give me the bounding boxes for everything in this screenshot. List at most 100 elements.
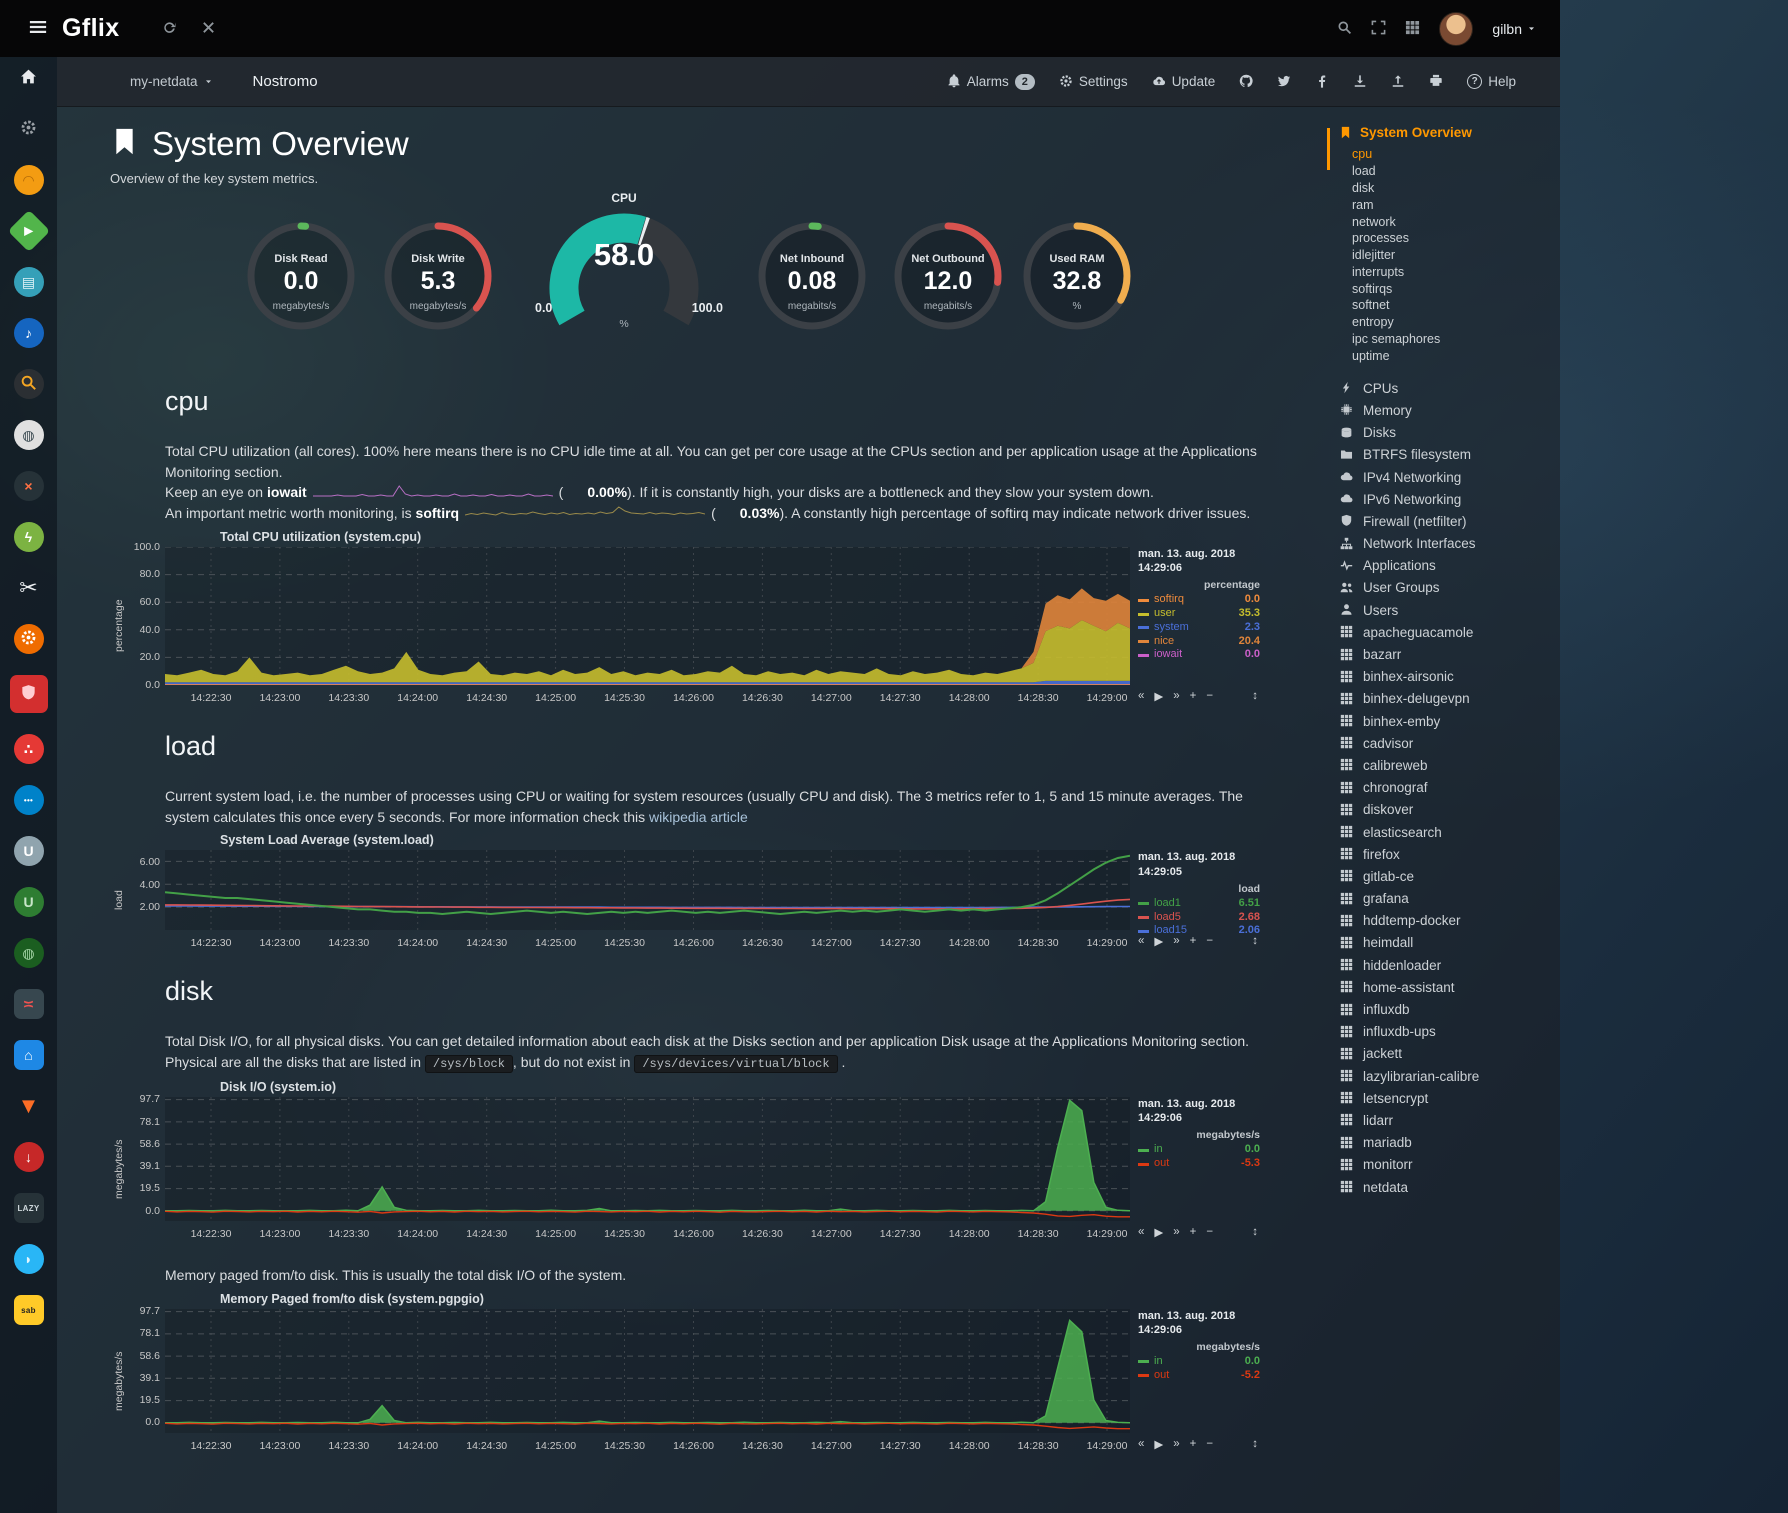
menu-section-cpus[interactable]: CPUs bbox=[1339, 377, 1557, 399]
monitorr-icon[interactable] bbox=[0, 624, 57, 654]
menu-section-users[interactable]: Users bbox=[1339, 599, 1557, 621]
github-button[interactable] bbox=[1239, 74, 1253, 90]
chart-pan-left-button[interactable]: « bbox=[1138, 690, 1144, 702]
menu-app-lidarr[interactable]: lidarr bbox=[1339, 1109, 1557, 1131]
legend-item-load5[interactable]: load52.68 bbox=[1138, 911, 1260, 925]
user-menu[interactable]: gilbn bbox=[1492, 21, 1536, 37]
chart-pan-left-button[interactable]: « bbox=[1138, 1226, 1144, 1238]
menu-app-influxdb[interactable]: influxdb bbox=[1339, 998, 1557, 1020]
menu-app-cadvisor[interactable]: cadvisor bbox=[1339, 732, 1557, 754]
chart-zoom-out-button[interactable]: − bbox=[1206, 935, 1213, 947]
menu-app-elasticsearch[interactable]: elasticsearch bbox=[1339, 821, 1557, 843]
menu-sub-cpu[interactable]: cpu bbox=[1339, 146, 1557, 163]
nextcloud-icon[interactable]: ••• bbox=[0, 785, 57, 815]
fullscreen-icon[interactable] bbox=[1371, 20, 1386, 37]
menu-app-diskover[interactable]: diskover bbox=[1339, 799, 1557, 821]
app-shortcut-icon[interactable]: ◍ bbox=[0, 938, 57, 968]
wikipedia-link[interactable]: wikipedia article bbox=[649, 809, 748, 825]
menu-sub-entropy[interactable]: entropy bbox=[1339, 314, 1557, 331]
download-button[interactable] bbox=[1353, 74, 1367, 90]
app-shortcut-icon[interactable]: U bbox=[0, 836, 57, 866]
menu-app-firefox[interactable]: firefox bbox=[1339, 843, 1557, 865]
chart-resize-handle[interactable]: ↕ bbox=[1252, 935, 1258, 947]
chart-zoom-out-button[interactable]: − bbox=[1206, 1226, 1213, 1238]
menu-sub-network[interactable]: network bbox=[1339, 213, 1557, 230]
chart-zoom-in-button[interactable]: + bbox=[1190, 1438, 1197, 1450]
chart-resize-handle[interactable]: ↕ bbox=[1252, 1226, 1258, 1238]
menu-app-netdata[interactable]: netdata bbox=[1339, 1176, 1557, 1198]
app-shortcut-icon[interactable]: ▤ bbox=[0, 267, 57, 297]
alarms-button[interactable]: Alarms 2 bbox=[947, 74, 1035, 90]
emby-icon[interactable]: ▶ bbox=[0, 216, 57, 246]
menu-section-ipv4-networking[interactable]: IPv4 Networking bbox=[1339, 466, 1557, 488]
chart-play-button[interactable]: ▶ bbox=[1154, 1225, 1163, 1239]
menu-sub-softnet[interactable]: softnet bbox=[1339, 297, 1557, 314]
chart-pan-right-button[interactable]: » bbox=[1173, 1438, 1179, 1450]
chart-pan-left-button[interactable]: « bbox=[1138, 1438, 1144, 1450]
chart-pan-right-button[interactable]: » bbox=[1173, 690, 1179, 702]
chart-plot-area[interactable]: 14:22:3014:23:0014:23:3014:24:0014:24:30… bbox=[165, 850, 1130, 950]
menu-app-hiddenloader[interactable]: hiddenloader bbox=[1339, 954, 1557, 976]
menu-app-monitorr[interactable]: monitorr bbox=[1339, 1154, 1557, 1176]
iowait-sparkline[interactable] bbox=[313, 482, 553, 503]
app-shortcut-icon[interactable]: ϟ bbox=[0, 522, 57, 552]
menu-app-hddtemp-docker[interactable]: hddtemp-docker bbox=[1339, 910, 1557, 932]
chart-play-button[interactable]: ▶ bbox=[1154, 934, 1163, 948]
menu-sub-ram[interactable]: ram bbox=[1339, 196, 1557, 213]
update-button[interactable]: Update bbox=[1152, 74, 1216, 90]
menu-app-binhex-airsonic[interactable]: binhex-airsonic bbox=[1339, 666, 1557, 688]
sabnzbd-icon[interactable]: sab bbox=[0, 1295, 57, 1325]
app-shortcut-icon[interactable]: × bbox=[0, 471, 57, 501]
menu-app-jackett[interactable]: jackett bbox=[1339, 1043, 1557, 1065]
chart-zoom-in-button[interactable]: + bbox=[1190, 690, 1197, 702]
menu-app-letsencrypt[interactable]: letsencrypt bbox=[1339, 1087, 1557, 1109]
chart-pan-right-button[interactable]: » bbox=[1173, 1226, 1179, 1238]
deluge-icon[interactable]: ◗ bbox=[0, 1244, 57, 1274]
chart-pan-left-button[interactable]: « bbox=[1138, 935, 1144, 947]
legend-item-in[interactable]: in0.0 bbox=[1138, 1355, 1260, 1369]
apps-grid-icon[interactable] bbox=[1405, 20, 1420, 37]
legend-item-iowait[interactable]: iowait0.0 bbox=[1138, 648, 1260, 662]
menu-app-lazylibrarian-calibre[interactable]: lazylibrarian-calibre bbox=[1339, 1065, 1557, 1087]
print-button[interactable] bbox=[1429, 74, 1443, 90]
menu-app-gitlab-ce[interactable]: gitlab-ce bbox=[1339, 865, 1557, 887]
airsonic-icon[interactable]: ♪ bbox=[0, 318, 57, 348]
menu-app-mariadb[interactable]: mariadb bbox=[1339, 1132, 1557, 1154]
app-shortcut-icon[interactable]: ≍ bbox=[0, 989, 57, 1019]
settings-icon[interactable] bbox=[0, 114, 57, 144]
menu-app-grafana[interactable]: grafana bbox=[1339, 887, 1557, 909]
menu-sub-interrupts[interactable]: interrupts bbox=[1339, 263, 1557, 280]
chart-play-button[interactable]: ▶ bbox=[1154, 689, 1163, 703]
close-icon[interactable] bbox=[201, 20, 216, 37]
menu-app-apacheguacamole[interactable]: apacheguacamole bbox=[1339, 621, 1557, 643]
server-dropdown[interactable]: my-netdata bbox=[130, 74, 213, 89]
app-shortcut-icon[interactable]: ∴ bbox=[0, 734, 57, 764]
legend-item-out[interactable]: out-5.3 bbox=[1138, 1157, 1260, 1171]
gitlab-icon[interactable]: ▼ bbox=[0, 1091, 57, 1121]
facebook-button[interactable] bbox=[1315, 74, 1329, 90]
menu-section-ipv6-networking[interactable]: IPv6 Networking bbox=[1339, 488, 1557, 510]
chart-zoom-out-button[interactable]: − bbox=[1206, 1438, 1213, 1450]
lazylibrarian-icon[interactable]: LAZY bbox=[0, 1193, 57, 1223]
twitter-button[interactable] bbox=[1277, 74, 1291, 90]
hamburger-menu-icon[interactable] bbox=[28, 17, 48, 41]
gauge-disk-read[interactable]: Disk Read0.0megabytes/s bbox=[236, 218, 366, 350]
menu-sub-disk[interactable]: disk bbox=[1339, 180, 1557, 197]
app-shortcut-icon[interactable]: ◠ bbox=[0, 165, 57, 195]
menu-section-applications[interactable]: Applications bbox=[1339, 555, 1557, 577]
upload-button[interactable] bbox=[1391, 74, 1405, 90]
help-button[interactable]: ? Help bbox=[1467, 74, 1516, 89]
legend-item-nice[interactable]: nice20.4 bbox=[1138, 635, 1260, 649]
menu-section-user-groups[interactable]: User Groups bbox=[1339, 577, 1557, 599]
menu-app-home-assistant[interactable]: home-assistant bbox=[1339, 976, 1557, 998]
menu-sub-processes[interactable]: processes bbox=[1339, 230, 1557, 247]
menu-app-binhex-emby[interactable]: binhex-emby bbox=[1339, 710, 1557, 732]
menu-app-influxdb-ups[interactable]: influxdb-ups bbox=[1339, 1021, 1557, 1043]
menu-section-disks[interactable]: Disks bbox=[1339, 422, 1557, 444]
gauge-cpu[interactable]: CPU58.00.0100.0% bbox=[519, 191, 729, 349]
chart-play-button[interactable]: ▶ bbox=[1154, 1437, 1163, 1451]
gauge-net-inbound[interactable]: Net Inbound0.08megabits/s bbox=[747, 218, 877, 350]
app-shortcut-icon[interactable]: ⌂ bbox=[0, 1040, 57, 1070]
home-icon[interactable] bbox=[0, 63, 57, 93]
app-shortcut-icon[interactable]: U bbox=[0, 887, 57, 917]
